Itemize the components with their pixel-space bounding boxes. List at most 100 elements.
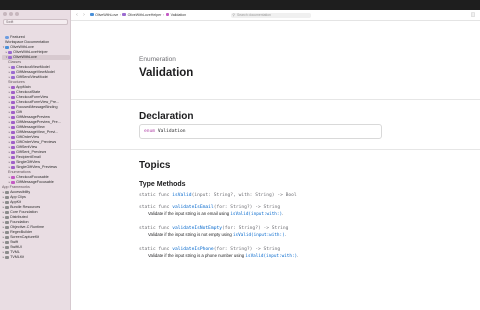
struct-icon xyxy=(11,105,15,110)
breadcrumb-item-module[interactable]: OliveWithLove xyxy=(95,13,118,17)
forward-button[interactable]: › xyxy=(81,12,87,18)
toolbar: ‹ › OliveWithLove › OliveWithLoveHelper … xyxy=(71,10,480,21)
method-signature-suffix: (for: String?) -> String xyxy=(222,226,289,231)
method-description: Validate if the input string is not empt… xyxy=(148,232,399,239)
back-button[interactable]: ‹ xyxy=(74,12,80,18)
documentation-search-field[interactable]: ⚲ Search documentation xyxy=(231,12,311,18)
declaration-keyword: enum xyxy=(144,129,156,134)
star-icon xyxy=(5,35,9,40)
class-icon xyxy=(8,55,12,60)
method-link[interactable]: validateIsEmail xyxy=(172,205,214,210)
documentation-content: Enumeration Validation Declaration enum … xyxy=(71,21,480,310)
method-description-tail: . xyxy=(297,253,299,258)
method-description-text: Validate if the input string is a phone … xyxy=(148,253,246,258)
class-icon xyxy=(11,70,15,75)
method-entry: static func validateIsNotEmpty(for: Stri… xyxy=(139,226,399,239)
method-signature-prefix: static func xyxy=(139,205,173,210)
declaration-name: Validation xyxy=(157,129,186,134)
struct-icon xyxy=(11,125,15,130)
method-description-text: Validate if the input string is an email… xyxy=(148,211,231,216)
topics-heading: Topics xyxy=(139,160,171,171)
search-placeholder: Search documentation xyxy=(237,12,271,17)
method-link[interactable]: isValid xyxy=(172,193,191,198)
breadcrumb-separator-icon: › xyxy=(119,12,121,17)
framework-icon xyxy=(5,205,9,210)
framework-icon xyxy=(5,190,9,195)
target-icon xyxy=(122,12,127,17)
method-signature-suffix: (input: String?, with: String) -> Bool xyxy=(191,193,297,198)
method-entry: static func validateIsPhone(for: String?… xyxy=(139,247,399,260)
method-link[interactable]: validateIsNotEmpty xyxy=(172,226,222,231)
class-icon xyxy=(11,65,15,70)
section-divider xyxy=(71,149,480,150)
struct-icon xyxy=(11,110,15,115)
navigator-sidebar: Swift Featured Workspace Documentation ▾ Ol… xyxy=(0,10,71,310)
framework-icon xyxy=(5,200,9,205)
breadcrumb-item-target[interactable]: OliveWithLoveHelper xyxy=(128,13,162,17)
struct-icon xyxy=(11,135,15,140)
method-description-link[interactable]: isValid(input:with:) xyxy=(233,233,285,238)
sidebar-right-icon: ◫ xyxy=(470,12,476,18)
navigator-item-label: FocusedMessageBinding xyxy=(16,105,58,109)
struct-icon xyxy=(11,140,15,145)
struct-icon xyxy=(11,150,15,155)
framework-icon xyxy=(5,210,9,215)
framework-icon xyxy=(5,225,9,230)
framework-icon xyxy=(5,255,9,260)
breadcrumb: OliveWithLove › OliveWithLoveHelper › Va… xyxy=(90,13,186,17)
struct-icon xyxy=(11,155,15,160)
method-description-tail: . xyxy=(284,232,286,237)
method-link[interactable]: validateIsPhone xyxy=(172,247,214,252)
declaration-heading: Declaration xyxy=(139,111,194,122)
framework-icon xyxy=(5,240,9,245)
method-signature-prefix: static func xyxy=(139,226,173,231)
framework-icon xyxy=(5,195,9,200)
method-entry: static func isValid(input: String?, with… xyxy=(139,193,399,199)
enum-icon xyxy=(165,12,170,17)
enum-icon xyxy=(11,180,15,185)
framework-icon xyxy=(5,245,9,250)
inspector-toggle-button[interactable]: ◫ xyxy=(470,12,476,18)
struct-icon xyxy=(11,145,15,150)
documentation-window: Swift Featured Workspace Documentation ▾ Ol… xyxy=(0,10,480,310)
method-signature-prefix: static func xyxy=(139,247,173,252)
window-controls xyxy=(3,12,19,17)
method-description-tail: . xyxy=(282,211,284,216)
struct-icon xyxy=(11,90,15,95)
declaration-code-box: enum Validation xyxy=(139,124,382,139)
type-methods-heading: Type Methods xyxy=(139,181,186,188)
method-description-text: Validate if the input string is not empt… xyxy=(148,232,233,237)
struct-icon xyxy=(11,115,15,120)
navigator-item[interactable]: ▸ TVMLKit xyxy=(2,255,70,260)
method-entry: static func validateIsEmail(for: String?… xyxy=(139,205,399,218)
close-window-button[interactable] xyxy=(3,12,7,16)
framework-icon xyxy=(5,250,9,255)
struct-icon xyxy=(11,100,15,105)
class-icon xyxy=(8,50,12,55)
minimize-window-button[interactable] xyxy=(9,12,13,16)
chevron-right-icon: › xyxy=(83,12,85,18)
section-divider xyxy=(71,99,480,100)
breadcrumb-separator-icon: › xyxy=(162,12,165,17)
method-description-link[interactable]: isValid(input:with:) xyxy=(245,254,297,259)
navigator-filter-field[interactable]: Swift xyxy=(3,19,68,25)
module-icon xyxy=(90,12,94,17)
enum-icon xyxy=(11,175,15,180)
zoom-window-button[interactable] xyxy=(15,12,19,16)
struct-icon xyxy=(11,85,15,90)
method-signature-prefix: static func xyxy=(139,193,173,198)
class-icon xyxy=(11,75,15,80)
struct-icon xyxy=(11,160,15,165)
struct-icon xyxy=(11,95,15,100)
method-description-link[interactable]: isValid(input:with:) xyxy=(230,212,282,217)
method-signature-suffix: (for: String?) -> String xyxy=(213,205,281,210)
navigator-item-label: TVMLKit xyxy=(10,255,25,259)
breadcrumb-item-current[interactable]: Validation xyxy=(171,13,187,17)
framework-icon xyxy=(5,215,9,220)
page-title: Validation xyxy=(139,67,194,79)
navigator-tree: Featured Workspace Documentation ▾ OliveWit… xyxy=(2,30,70,260)
method-description: Validate if the input string is a phone … xyxy=(148,253,399,260)
framework-icon xyxy=(5,235,9,240)
method-description: Validate if the input string is an email… xyxy=(148,211,399,218)
struct-icon xyxy=(11,120,15,125)
